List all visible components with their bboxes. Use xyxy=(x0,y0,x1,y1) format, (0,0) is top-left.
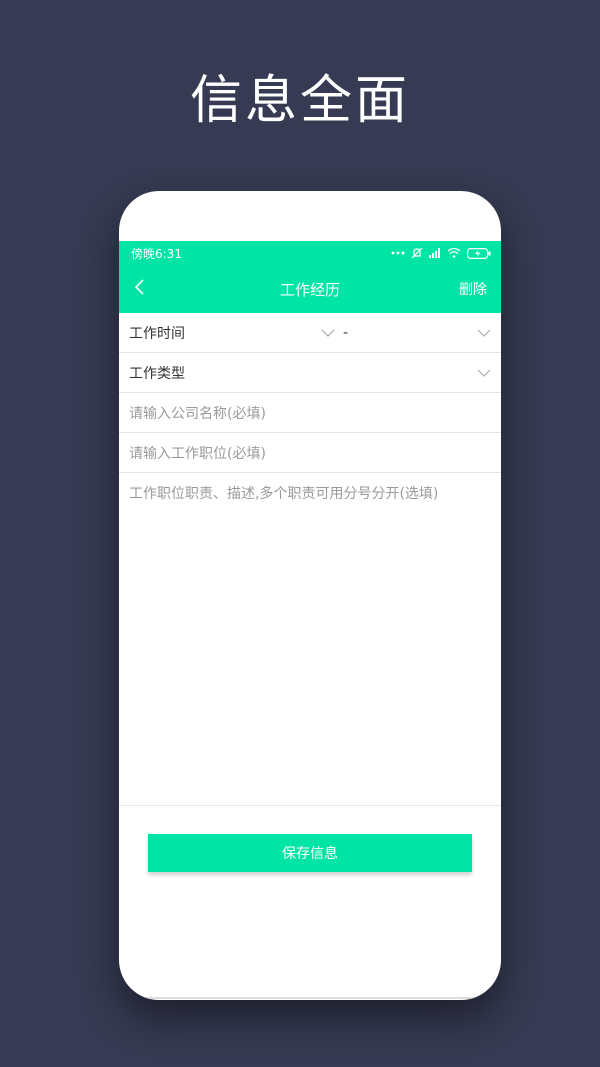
company-name-placeholder: 请输入公司名称(必填) xyxy=(129,405,266,422)
mute-icon xyxy=(411,247,423,259)
save-button[interactable]: 保存信息 xyxy=(148,834,472,872)
battery-icon xyxy=(467,247,491,259)
work-type-label: 工作类型 xyxy=(129,365,185,382)
work-time-row[interactable]: 工作时间 - xyxy=(119,313,501,353)
signal-icon xyxy=(429,248,441,258)
job-position-placeholder: 请输入工作职位(必填) xyxy=(129,445,266,462)
more-dots-icon xyxy=(391,250,405,256)
phone-frame: 傍晚6:31 工作经历 删除 工作时间 - 工作类型 请输入公司名称(必填) 请… xyxy=(119,191,501,1000)
work-type-chevron-down-icon[interactable] xyxy=(477,366,491,380)
delete-button[interactable]: 删除 xyxy=(459,279,487,299)
status-icons xyxy=(391,247,491,259)
company-name-field[interactable]: 请输入公司名称(必填) xyxy=(119,393,501,433)
wifi-icon xyxy=(447,248,461,258)
back-arrow-icon xyxy=(133,278,145,300)
work-time-label: 工作时间 xyxy=(129,325,185,342)
bottom-divider xyxy=(119,997,501,999)
status-time: 傍晚6:31 xyxy=(131,246,182,261)
status-bar: 傍晚6:31 xyxy=(119,241,501,265)
back-button[interactable] xyxy=(127,277,151,301)
page-title: 工作经历 xyxy=(279,280,340,299)
app-screen: 傍晚6:31 工作经历 删除 工作时间 - 工作类型 请输入公司名称(必填) 请… xyxy=(119,241,501,999)
start-date-chevron-down-icon[interactable] xyxy=(321,326,335,340)
promo-title: 信息全面 xyxy=(189,71,410,131)
work-type-row[interactable]: 工作类型 xyxy=(119,353,501,393)
job-description-textarea[interactable]: 工作职位职责、描述,多个职责可用分号分开(选填) xyxy=(119,473,501,806)
work-time-separator: - xyxy=(343,324,349,341)
job-position-field[interactable]: 请输入工作职位(必填) xyxy=(119,433,501,473)
job-description-placeholder: 工作职位职责、描述,多个职责可用分号分开(选填) xyxy=(129,486,439,502)
end-date-chevron-down-icon[interactable] xyxy=(477,326,491,340)
nav-bar: 工作经历 删除 xyxy=(119,265,501,313)
